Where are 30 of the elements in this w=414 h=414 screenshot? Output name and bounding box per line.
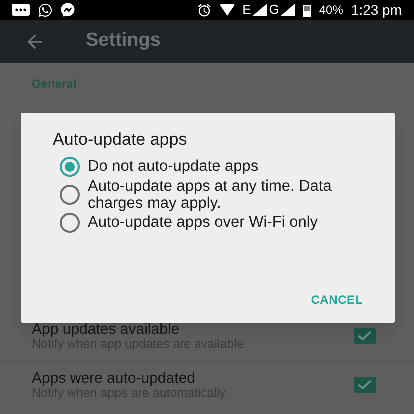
setting-title: Apps were auto-updated xyxy=(32,370,196,387)
radio-button[interactable] xyxy=(60,212,80,232)
radio-option[interactable]: Do not auto-update apps xyxy=(53,156,363,176)
option-label: Auto-update apps over Wi-Fi only xyxy=(88,214,320,231)
checkbox[interactable] xyxy=(354,377,376,393)
radio-option[interactable]: Auto-update apps at any time. Data charges may apply. xyxy=(53,178,363,212)
section-title: General xyxy=(32,76,78,93)
radio-option[interactable]: Auto-update apps over Wi-Fi only xyxy=(53,212,363,232)
option-label: Auto-update apps at any time. Data charges may apply. xyxy=(88,178,333,212)
signal-icon xyxy=(281,4,296,16)
check-icon xyxy=(358,331,372,341)
wifi-icon xyxy=(220,4,235,16)
alarm-icon xyxy=(196,2,212,18)
signal-icon xyxy=(253,4,268,16)
dialog-title: Auto-update apps xyxy=(53,129,188,151)
toolbar-title: Settings xyxy=(86,29,161,54)
radio-button[interactable] xyxy=(60,184,80,204)
chat-bubble-icon xyxy=(38,2,53,18)
message-icon xyxy=(12,4,30,16)
network-label: G xyxy=(269,1,280,20)
network-label: E xyxy=(242,1,252,20)
check-icon xyxy=(358,380,372,390)
radio-button[interactable] xyxy=(60,156,80,176)
clock: 1:23 pm xyxy=(351,0,402,20)
option-label: Do not auto-update apps xyxy=(88,158,260,175)
battery-icon xyxy=(303,4,312,16)
chat-bubble-icon xyxy=(61,3,75,17)
battery-level: 40% xyxy=(319,2,344,19)
checkbox[interactable] xyxy=(354,328,376,344)
setting-title: App updates available xyxy=(32,321,181,338)
